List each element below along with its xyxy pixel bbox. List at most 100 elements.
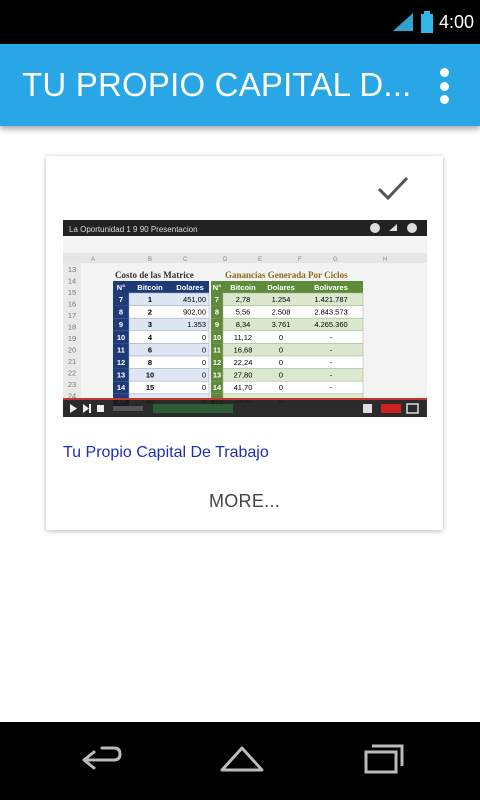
right-table-heading: Ganancias Generada Por Ciclos	[225, 270, 348, 280]
left-table-row-bg	[128, 380, 210, 395]
left-table-cell: 10	[146, 371, 154, 380]
right-table-cell: 22,24	[234, 358, 253, 367]
right-table-cell: 9	[215, 320, 219, 329]
col-letter: G	[333, 257, 338, 263]
right-table-cell: 13	[213, 371, 221, 380]
status-bar: 4:00	[0, 0, 480, 44]
row-number: 14	[68, 277, 76, 286]
left-table-row-bg	[128, 330, 210, 344]
video-frame: La Oportunidad 1 9 90 Presentacion A B C…	[63, 220, 427, 417]
right-table-cell: 41,70	[234, 383, 253, 392]
back-icon[interactable]	[80, 740, 124, 776]
youtube-logo	[381, 404, 401, 413]
check-icon[interactable]	[376, 174, 410, 202]
col-letter: A	[91, 257, 95, 263]
volume-icon	[97, 405, 104, 412]
right-table-cell: 11,12	[234, 333, 252, 342]
col-letter: B	[148, 257, 152, 263]
row-number: 13	[68, 265, 76, 274]
col-letter: F	[298, 257, 302, 263]
left-table-cell: 14	[117, 383, 126, 392]
left-table-cell: 0	[202, 383, 206, 392]
row-number: 20	[68, 346, 76, 355]
left-table-column-header: Bitcoin	[137, 283, 163, 292]
video-thumbnail[interactable]: La Oportunidad 1 9 90 Presentacion A B C…	[63, 220, 427, 417]
right-table-cell: 5,56	[236, 308, 251, 317]
row-number: 16	[68, 300, 76, 309]
left-table-cell: 12	[117, 358, 125, 367]
video-card: La Oportunidad 1 9 90 Presentacion A B C…	[46, 156, 443, 530]
right-table-cell: 1.254	[272, 295, 291, 304]
row-number: 17	[68, 311, 76, 320]
left-table-row-bg	[128, 368, 210, 382]
right-table-column-header: Dolares	[267, 283, 295, 292]
left-table-row-bg	[128, 343, 210, 357]
right-table-column-header: Bolivares	[314, 283, 348, 292]
left-table-cell: 9	[119, 320, 123, 329]
clock-icon	[370, 223, 380, 233]
right-table-cell: 0	[279, 345, 283, 354]
video-title-link[interactable]: Tu Propio Capital De Trabajo	[63, 444, 269, 462]
right-table-cell: 1.421.787	[314, 295, 347, 304]
left-table-cell: 0	[202, 333, 206, 342]
navigation-bar	[0, 722, 480, 800]
row-number: 15	[68, 288, 76, 297]
right-table-cell: 0	[279, 333, 283, 342]
right-table-cell: 2,78	[236, 295, 251, 304]
left-table-cell: 2	[148, 308, 152, 317]
row-number: 18	[68, 323, 76, 332]
left-table-cell: 6	[148, 345, 152, 354]
right-table-cell: 8,34	[236, 320, 251, 329]
left-table-cell: 13	[117, 371, 125, 380]
status-icons: 4:00	[392, 11, 480, 33]
left-table-cell: 8	[119, 308, 123, 317]
left-table-heading: Costo de las Matrice	[115, 270, 194, 280]
left-table-cell: 11	[117, 345, 125, 354]
row-number: 23	[68, 380, 76, 389]
status-time: 4:00	[438, 11, 474, 32]
left-table-cell: 8	[148, 358, 152, 367]
left-table-cell: 0	[202, 371, 206, 380]
left-table-cell: 451,00	[183, 295, 206, 304]
right-table-cell: 12	[213, 358, 221, 367]
row-number: 22	[68, 369, 76, 378]
overflow-dot	[439, 81, 449, 91]
right-table-cell: 0	[279, 358, 283, 367]
left-table-column-header: N°	[117, 283, 125, 292]
right-table-cell: 2.843.573	[314, 308, 347, 317]
right-table-cell: 10	[213, 333, 221, 342]
col-letter: D	[223, 257, 228, 263]
app-title: TU PROPIO CAPITAL D...	[22, 66, 412, 103]
right-table-column-header: N°	[213, 283, 221, 292]
more-vert-icon[interactable]	[432, 68, 456, 104]
left-table-cell: 902,00	[183, 308, 206, 317]
right-table-cell: 7	[215, 295, 219, 304]
left-table-cell: 1.353	[187, 320, 206, 329]
settings-icon	[363, 404, 372, 413]
left-table-cell: 15	[146, 383, 154, 392]
right-table-column-header: Bitcoin	[230, 283, 256, 292]
left-table-cell: 0	[202, 358, 206, 367]
info-icon	[407, 223, 417, 233]
row-number: 19	[68, 334, 76, 343]
right-table-cell: 0	[279, 371, 283, 380]
right-table-cell: 4.265.360	[314, 320, 347, 329]
signal-icon	[392, 13, 413, 31]
battery-icon	[420, 11, 433, 33]
overflow-dot	[439, 68, 449, 77]
more-button[interactable]: MORE...	[46, 491, 443, 512]
left-table-column-header: Dolares	[176, 283, 204, 292]
video-overlay-title: La Oportunidad 1 9 90 Presentacion	[69, 225, 198, 234]
left-table-cell: 7	[119, 295, 123, 304]
right-table-cell: 0	[279, 383, 283, 392]
col-letter: C	[183, 257, 188, 263]
left-table-cell: 0	[202, 345, 206, 354]
recents-icon[interactable]	[362, 740, 406, 776]
left-table-cell: 10	[117, 333, 125, 342]
right-table-cell: 3.761	[272, 320, 291, 329]
left-table-row-bg	[128, 355, 210, 369]
home-icon[interactable]	[218, 740, 266, 776]
right-table-cell: 16,68	[234, 345, 253, 354]
app-bar: TU PROPIO CAPITAL D...	[0, 44, 480, 126]
row-number: 21	[68, 357, 76, 366]
